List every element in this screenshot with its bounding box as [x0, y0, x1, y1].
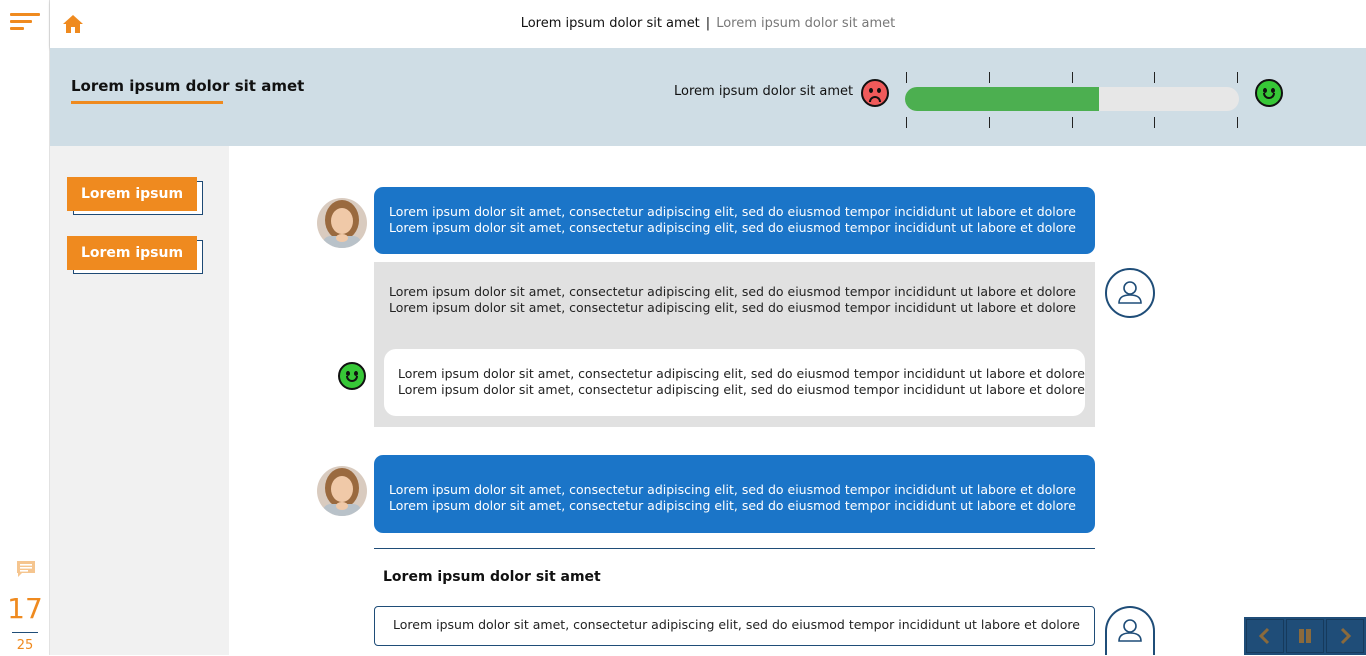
meter-label: Lorem ipsum dolor sit amet [674, 84, 854, 99]
meter-tick-top [989, 72, 990, 83]
feedback-card: Lorem ipsum dolor sit amet, consectetur … [384, 349, 1085, 416]
button-label: Lorem ipsum [67, 236, 197, 270]
section-title: Lorem ipsum dolor sit amet [383, 569, 601, 585]
meter-tick-top [906, 72, 907, 83]
happy-feedback-icon [338, 362, 366, 390]
left-rail [0, 0, 50, 655]
meter-tick-bottom [1072, 117, 1073, 128]
avatar [317, 198, 367, 248]
playback-controls [1244, 617, 1366, 655]
header-band: Lorem ipsum dolor sit amet Lorem ipsum d… [50, 48, 1366, 146]
button-label: Lorem ipsum [67, 177, 197, 211]
breadcrumb: Lorem ipsum dolor sit amet | Lorem ipsum d… [50, 16, 1366, 31]
mood-meter [905, 87, 1239, 111]
user-icon [1105, 606, 1155, 655]
meter-tick-top [1072, 72, 1073, 83]
pause-icon[interactable] [1286, 619, 1324, 653]
response-line: Lorem ipsum dolor sit amet, consectetur … [389, 284, 1076, 299]
message-line: Lorem ipsum dolor sit amet, consectetur … [389, 220, 1076, 235]
breadcrumb-next[interactable]: Lorem ipsum dolor sit amet [716, 16, 895, 31]
menu-icon[interactable] [0, 6, 50, 36]
total-pages: 25 [16, 638, 34, 653]
answer-option-text: Lorem ipsum dolor sit amet, consectetur … [393, 617, 1080, 632]
breadcrumb-separator: | [705, 16, 711, 31]
response-line: Lorem ipsum dolor sit amet, consectetur … [389, 300, 1076, 315]
meter-tick-bottom [906, 117, 907, 128]
comment-icon[interactable] [15, 559, 37, 579]
response-panel: Lorem ipsum dolor sit amet, consectetur … [374, 262, 1095, 427]
message-line: Lorem ipsum dolor sit amet, consectetur … [389, 482, 1076, 497]
meter-tick-bottom [1154, 117, 1155, 128]
top-bar: Lorem ipsum dolor sit amet | Lorem ipsum d… [50, 0, 1366, 48]
section-divider [374, 548, 1095, 549]
mood-meter-fill [905, 87, 1099, 111]
answer-option[interactable]: Lorem ipsum dolor sit amet, consectetur … [374, 606, 1095, 646]
current-page-number: 17 [7, 592, 43, 625]
meter-tick-top [1237, 72, 1238, 83]
chevron-right-icon[interactable] [1326, 619, 1364, 653]
happy-face-icon [1255, 79, 1283, 107]
meter-tick-bottom [989, 117, 990, 128]
lorem-button-2[interactable]: Lorem ipsum [67, 236, 203, 274]
meter-tick-bottom [1237, 117, 1238, 128]
feedback-line: Lorem ipsum dolor sit amet, consectetur … [398, 382, 1085, 397]
chevron-left-icon[interactable] [1246, 619, 1284, 653]
title-underline [71, 101, 223, 104]
avatar [317, 466, 367, 516]
feedback-line: Lorem ipsum dolor sit amet, consectetur … [398, 366, 1085, 381]
message-line: Lorem ipsum dolor sit amet, consectetur … [389, 498, 1076, 513]
sad-face-icon [861, 79, 889, 107]
breadcrumb-current: Lorem ipsum dolor sit amet [520, 16, 700, 31]
message-bubble: Lorem ipsum dolor sit amet, consectetur … [374, 187, 1095, 254]
message-line: Lorem ipsum dolor sit amet, consectetur … [389, 204, 1076, 219]
page-divider [12, 632, 38, 633]
page-title: Lorem ipsum dolor sit amet [71, 77, 305, 95]
user-icon [1105, 268, 1155, 318]
message-bubble: Lorem ipsum dolor sit amet, consectetur … [374, 455, 1095, 533]
left-panel: Lorem ipsum Lorem ipsum [50, 146, 229, 655]
meter-tick-top [1154, 72, 1155, 83]
lorem-button-1[interactable]: Lorem ipsum [67, 177, 203, 215]
